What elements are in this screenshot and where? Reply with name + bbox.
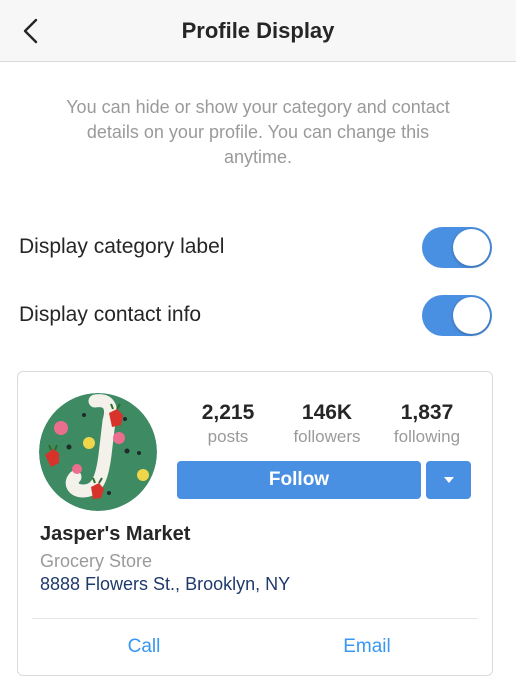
suggested-dropdown-button[interactable]	[426, 461, 471, 499]
contact-info-toggle[interactable]	[422, 295, 492, 336]
followers-caption: followers	[293, 427, 361, 446]
business-address[interactable]: 8888 Flowers St., Brooklyn, NY	[40, 574, 290, 595]
following-stat[interactable]: 1,837 following	[377, 400, 477, 448]
posts-count: 2,215	[201, 401, 255, 424]
caret-down-icon	[443, 477, 454, 483]
contact-info-row: Display contact info	[0, 292, 516, 338]
following-caption: following	[393, 427, 461, 446]
posts-stat[interactable]: 2,215 posts	[178, 400, 278, 448]
following-count: 1,837	[400, 401, 454, 424]
posts-caption: posts	[207, 427, 249, 446]
followers-count: 146K	[301, 401, 353, 424]
toggle-knob	[453, 297, 490, 334]
page-title: Profile Display	[181, 18, 335, 43]
category-label-toggle-label: Display category label	[19, 235, 225, 258]
follow-button[interactable]: Follow	[177, 461, 421, 499]
category-label-toggle[interactable]	[422, 227, 492, 268]
email-button[interactable]: Email	[307, 636, 427, 658]
avatar	[39, 393, 157, 511]
toggle-knob	[453, 229, 490, 266]
category-label-row: Display category label	[0, 224, 516, 270]
nav-header: Profile Display	[0, 0, 516, 62]
business-category: Grocery Store	[40, 551, 153, 571]
followers-stat[interactable]: 146K followers	[277, 400, 377, 448]
business-name: Jasper's Market	[40, 523, 191, 545]
market-logo-icon	[39, 393, 157, 511]
contact-info-toggle-label: Display contact info	[19, 303, 202, 326]
divider	[32, 618, 478, 619]
call-button[interactable]: Call	[84, 636, 204, 658]
intro-text: You can hide or show your category and c…	[66, 97, 450, 167]
profile-preview-card: 2,215 posts 146K followers 1,837 followi…	[17, 371, 493, 676]
